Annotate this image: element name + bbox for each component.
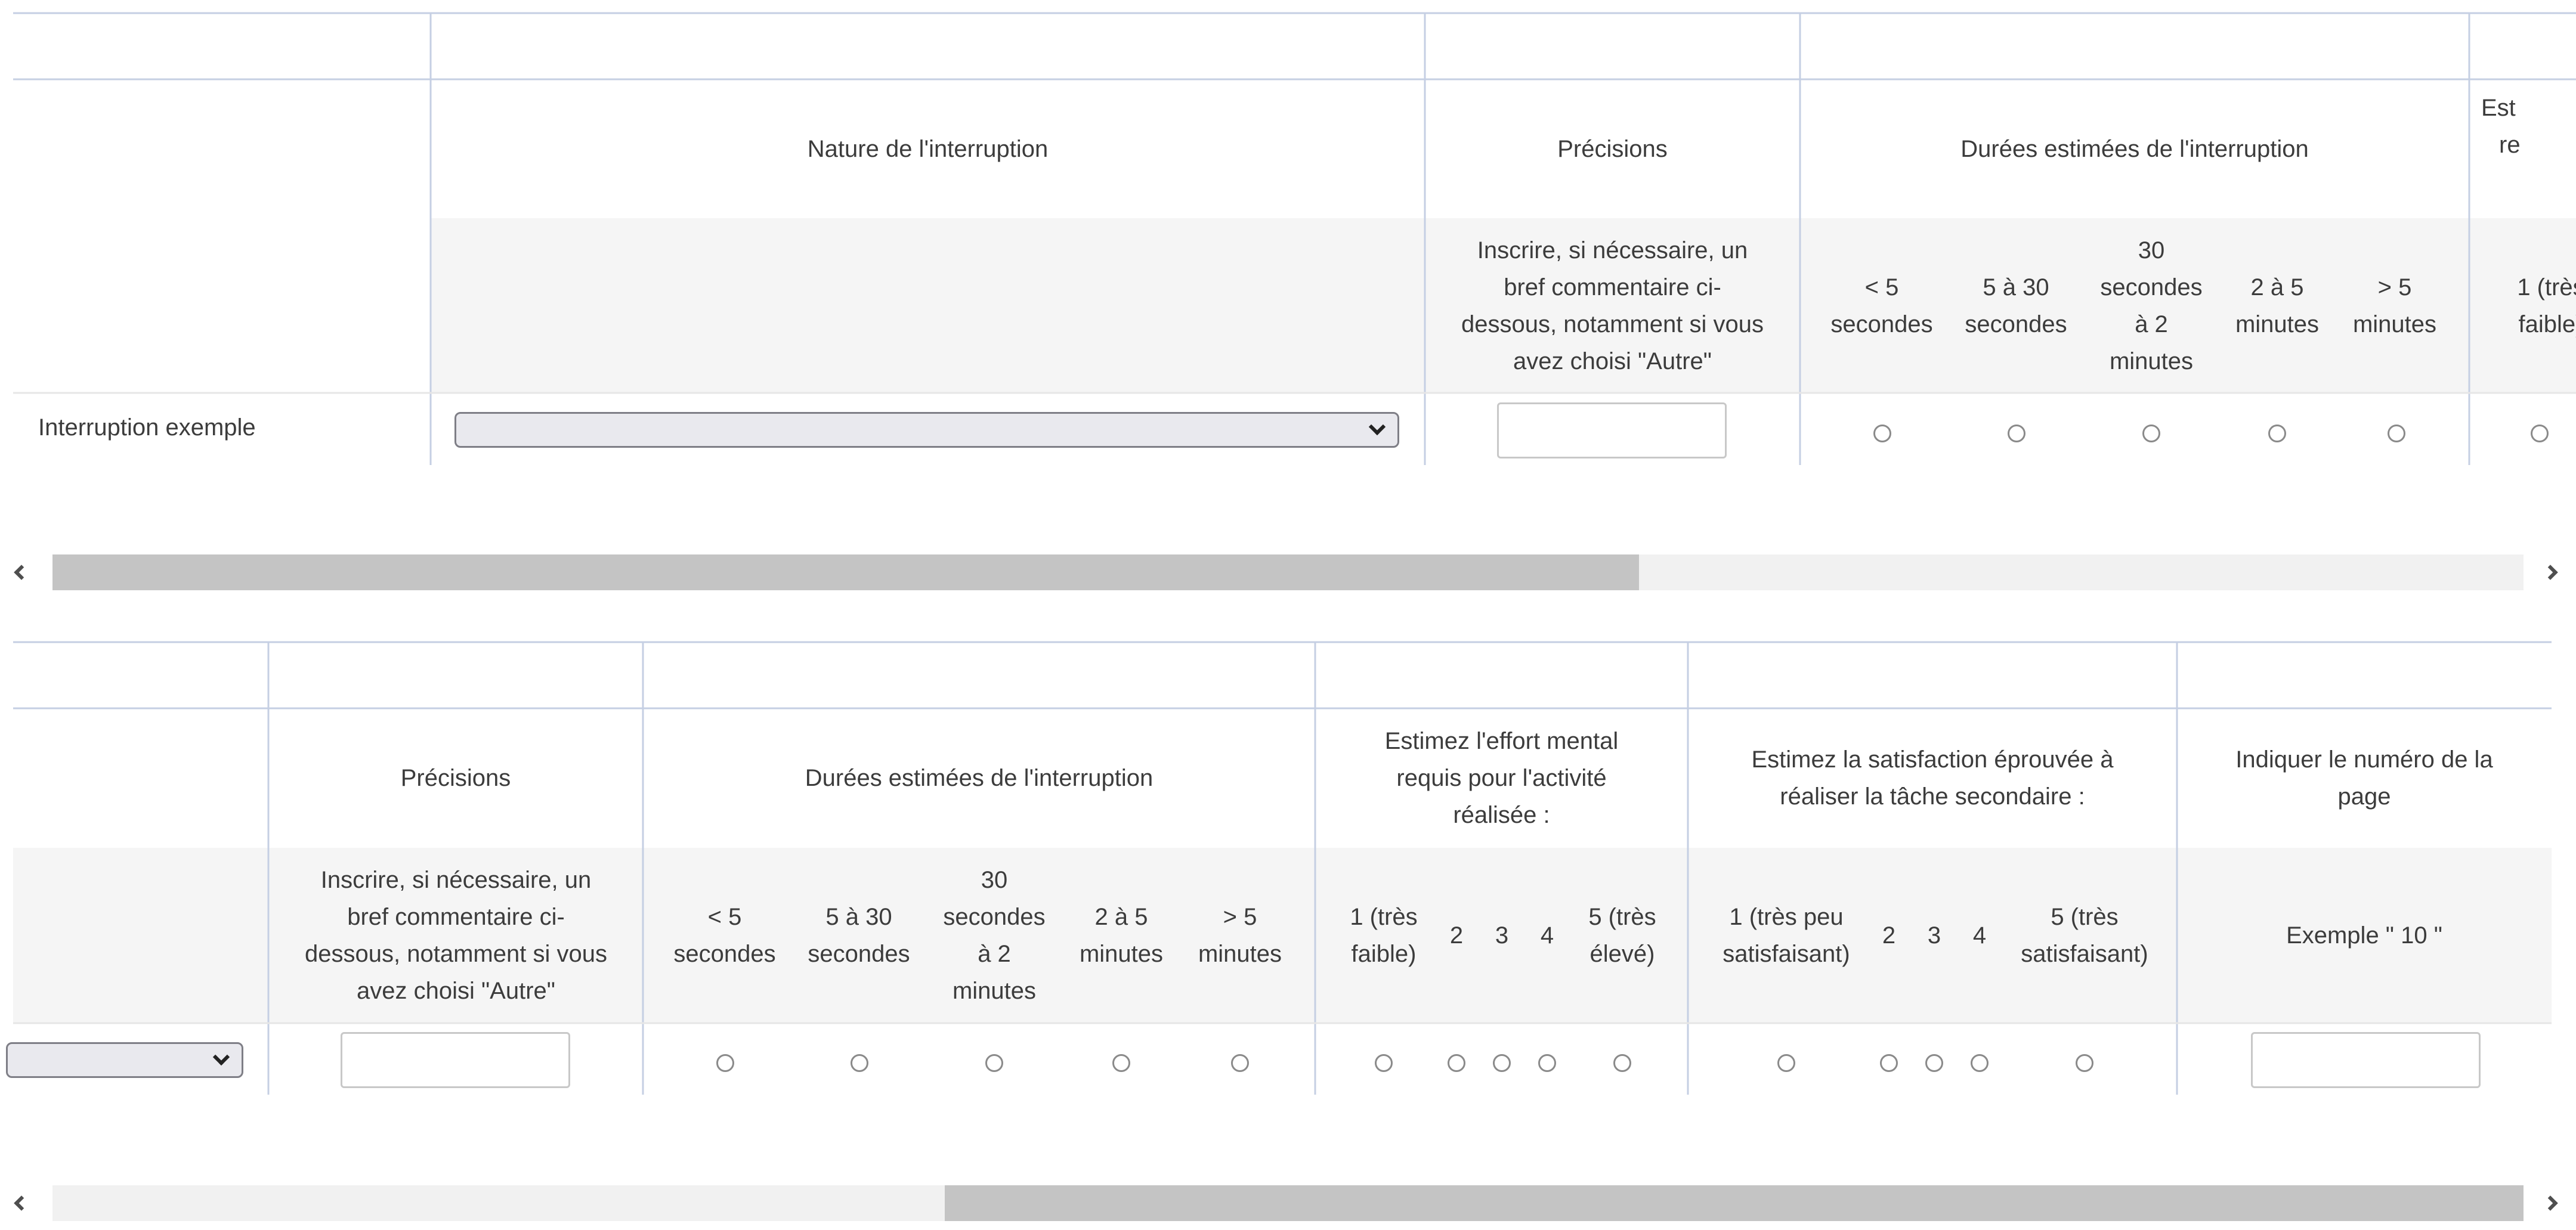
bottom-page-input[interactable] bbox=[2251, 1032, 2481, 1088]
bottom-satisfaction-radio-1[interactable] bbox=[1777, 1054, 1795, 1072]
top-duration-3: 30 secondes à 2 minutes bbox=[2100, 237, 2203, 374]
top-duration-5: > 5 minutes bbox=[2352, 274, 2437, 337]
bottom-duration-radio-5[interactable] bbox=[1231, 1054, 1249, 1072]
top-precisions-hint: Inscrire, si nécessaire, un bref comment… bbox=[1461, 237, 1764, 374]
bottom-satisfaction-radio-2[interactable] bbox=[1880, 1054, 1898, 1072]
bottom-duration-1: < 5 secondes bbox=[673, 904, 776, 967]
bottom-duration-4: 2 à 5 minutes bbox=[1079, 904, 1164, 967]
bottom-effort-4: 4 bbox=[1540, 922, 1554, 949]
top-header-effort-partial-1: Est bbox=[2481, 95, 2516, 121]
chevron-down-icon bbox=[1368, 418, 1386, 436]
top-duration-radio-3[interactable] bbox=[2142, 425, 2160, 442]
bottom-effort-radio-5[interactable] bbox=[1613, 1054, 1631, 1072]
bottom-satisfaction-3: 3 bbox=[1927, 922, 1941, 949]
bottom-effort-radio-1[interactable] bbox=[1375, 1054, 1393, 1072]
bottom-satisfaction-radio-3[interactable] bbox=[1925, 1054, 1943, 1072]
top-effort-1-partial: 1 (très faible) bbox=[2517, 274, 2576, 337]
bottom-satisfaction-radio-5[interactable] bbox=[2076, 1054, 2093, 1072]
top-duration-radio-2[interactable] bbox=[2008, 425, 2025, 442]
bottom-scroll-left-arrow[interactable] bbox=[7, 1185, 31, 1221]
top-duration-radio-1[interactable] bbox=[1873, 425, 1891, 442]
bottom-effort-1: 1 (très faible) bbox=[1350, 904, 1418, 967]
top-precisions-input[interactable] bbox=[1497, 402, 1727, 458]
top-scroll-right-arrow[interactable] bbox=[2541, 554, 2565, 590]
bottom-page-example: Exemple " 10 " bbox=[2286, 922, 2442, 949]
bottom-satisfaction-1: 1 (très peu satisfaisant) bbox=[1723, 904, 1850, 967]
top-header-precisions: Précisions bbox=[1557, 135, 1668, 162]
top-duration-1: < 5 secondes bbox=[1830, 274, 1933, 337]
top-horizontal-scrollbar[interactable] bbox=[52, 554, 2524, 590]
top-header-effort-partial-2: re bbox=[2499, 132, 2521, 158]
bottom-header-satisfaction: Estimez la satisfaction éprouvée à réali… bbox=[1751, 746, 2114, 810]
top-scroll-thumb[interactable] bbox=[52, 554, 1639, 590]
bottom-header-effort: Estimez l'effort mental requis pour l'ac… bbox=[1384, 728, 1619, 828]
top-scroll-left-arrow[interactable] bbox=[7, 554, 31, 590]
bottom-effort-5: 5 (très élevé) bbox=[1588, 904, 1656, 967]
top-duration-4: 2 à 5 minutes bbox=[2235, 274, 2320, 337]
bottom-effort-radio-2[interactable] bbox=[1448, 1054, 1465, 1072]
top-header-durees: Durées estimées de l'interruption bbox=[1960, 135, 2309, 162]
bottom-effort-3: 3 bbox=[1495, 922, 1509, 949]
bottom-horizontal-scrollbar[interactable] bbox=[52, 1185, 2524, 1221]
bottom-satisfaction-4: 4 bbox=[1972, 922, 1987, 949]
top-duration-2: 5 à 30 secondes bbox=[1965, 274, 2067, 337]
bottom-header-page: Indiquer le numéro de la page bbox=[2235, 746, 2493, 810]
bottom-precisions-hint: Inscrire, si nécessaire, un bref comment… bbox=[305, 867, 607, 1004]
bottom-duration-radio-3[interactable] bbox=[985, 1054, 1003, 1072]
top-row-label: Interruption exemple bbox=[38, 414, 256, 441]
bottom-duration-radio-4[interactable] bbox=[1112, 1054, 1130, 1072]
top-duration-radio-4[interactable] bbox=[2268, 425, 2286, 442]
bottom-nature-select[interactable] bbox=[6, 1042, 243, 1078]
bottom-satisfaction-radio-4[interactable] bbox=[1971, 1054, 1989, 1072]
bottom-duration-5: > 5 minutes bbox=[1198, 904, 1282, 967]
bottom-header-durees: Durées estimées de l'interruption bbox=[805, 765, 1154, 791]
bottom-satisfaction-5: 5 (très satisfaisant) bbox=[2021, 904, 2148, 967]
bottom-effort-radio-3[interactable] bbox=[1493, 1054, 1511, 1072]
top-header-nature: Nature de l'interruption bbox=[807, 135, 1049, 162]
bottom-effort-2: 2 bbox=[1449, 922, 1464, 949]
bottom-duration-radio-1[interactable] bbox=[716, 1054, 734, 1072]
bottom-satisfaction-2: 2 bbox=[1882, 922, 1896, 949]
bottom-scroll-right-arrow[interactable] bbox=[2541, 1185, 2565, 1221]
bottom-effort-radio-4[interactable] bbox=[1538, 1054, 1556, 1072]
top-effort-radio-1[interactable] bbox=[2531, 425, 2549, 442]
bottom-duration-3: 30 secondes à 2 minutes bbox=[943, 867, 1046, 1004]
bottom-duration-2: 5 à 30 secondes bbox=[808, 904, 910, 967]
chevron-down-icon bbox=[212, 1048, 230, 1066]
bottom-precisions-input[interactable] bbox=[341, 1032, 570, 1088]
top-duration-radio-5[interactable] bbox=[2388, 425, 2405, 442]
bottom-header-precisions: Précisions bbox=[400, 765, 511, 791]
bottom-scroll-thumb[interactable] bbox=[945, 1185, 2524, 1221]
top-nature-select[interactable] bbox=[454, 412, 1399, 448]
bottom-duration-radio-2[interactable] bbox=[851, 1054, 868, 1072]
